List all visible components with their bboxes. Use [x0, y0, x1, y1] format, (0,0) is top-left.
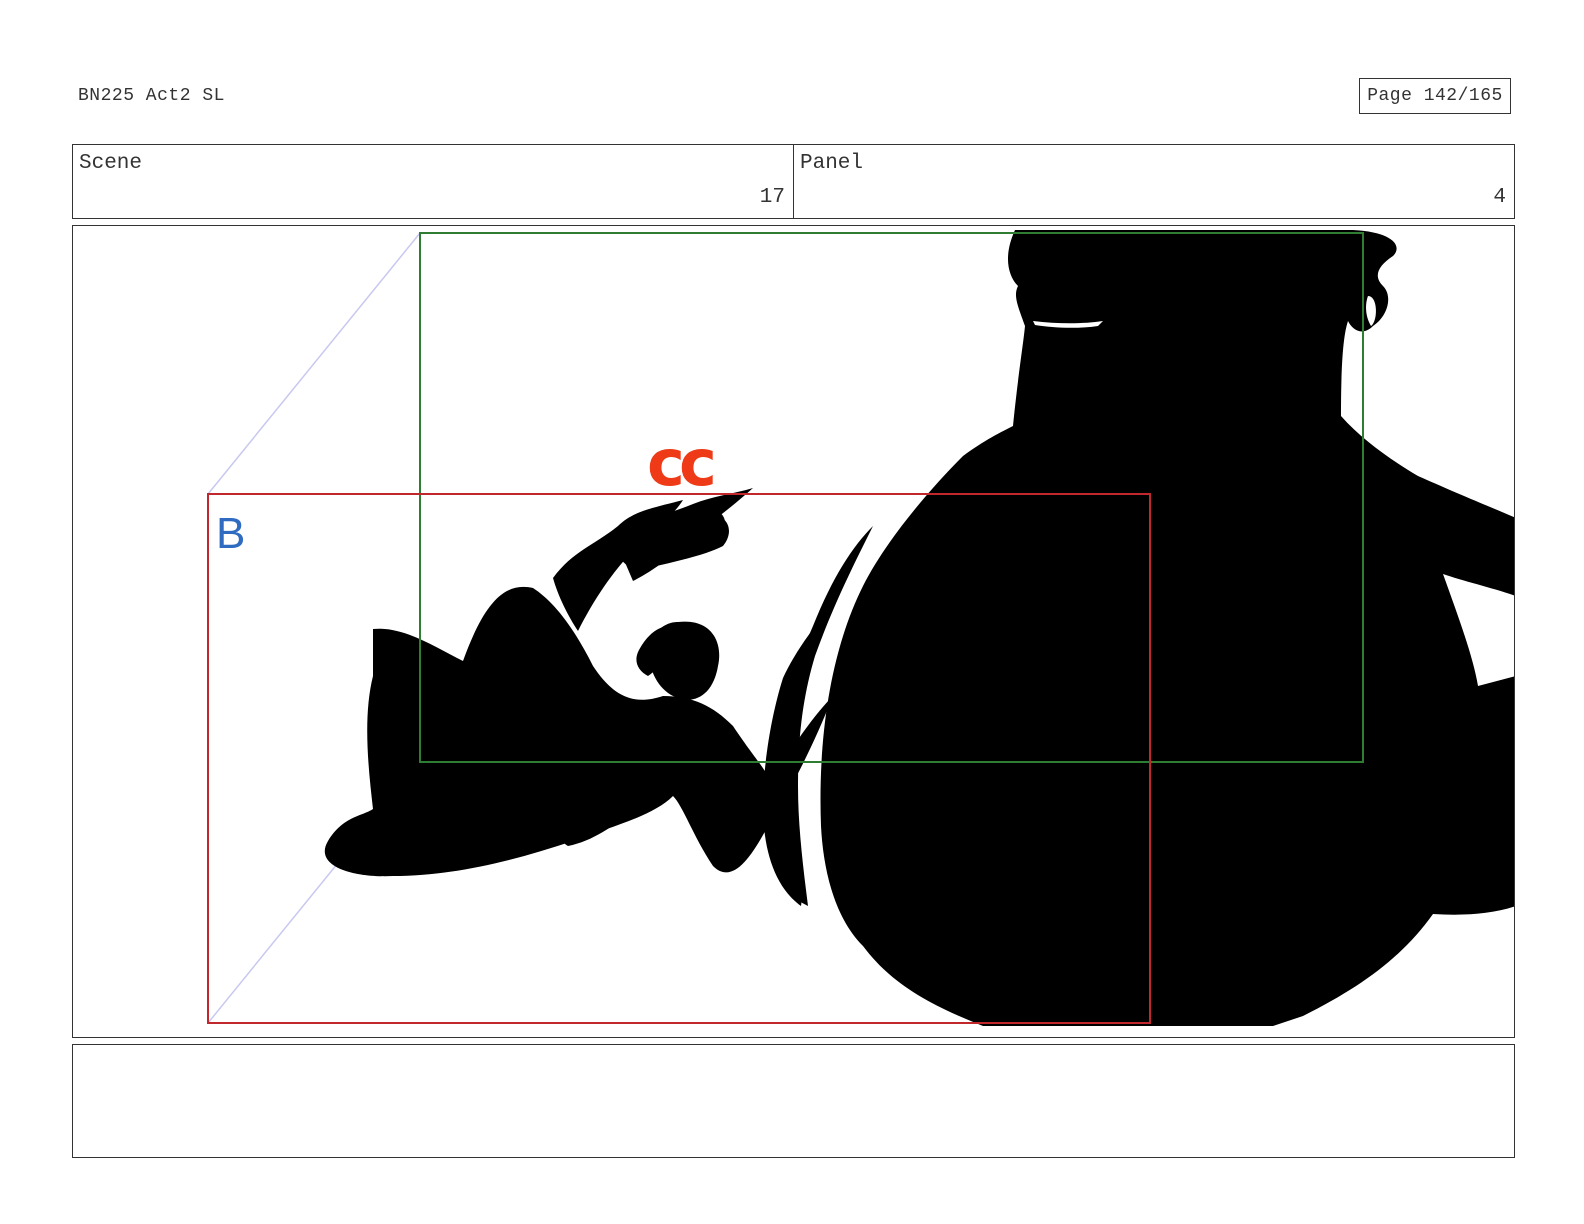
panel-number: 4 [1493, 186, 1506, 209]
scene-number: 17 [759, 186, 785, 209]
panel-label: Panel [800, 152, 864, 175]
panel-cell: Panel 4 [793, 145, 1514, 218]
frame-b-tag: B [216, 509, 245, 558]
page-indicator: Page 142/165 [1359, 78, 1511, 114]
character-silhouette-left [324, 488, 833, 877]
storyboard-panel: B cc [72, 225, 1515, 1038]
scene-label: Scene [79, 152, 143, 175]
scene-panel-header: Scene 17 Panel 4 [72, 144, 1515, 219]
sfx-lettering: cc [647, 427, 713, 501]
scene-cell: Scene 17 [73, 145, 793, 218]
panel-drawing: B cc [207, 230, 1514, 1026]
action-notes-box [72, 1044, 1515, 1158]
document-title: BN225 Act2 SL [78, 86, 225, 106]
jug-silhouette-right [763, 230, 1514, 1026]
